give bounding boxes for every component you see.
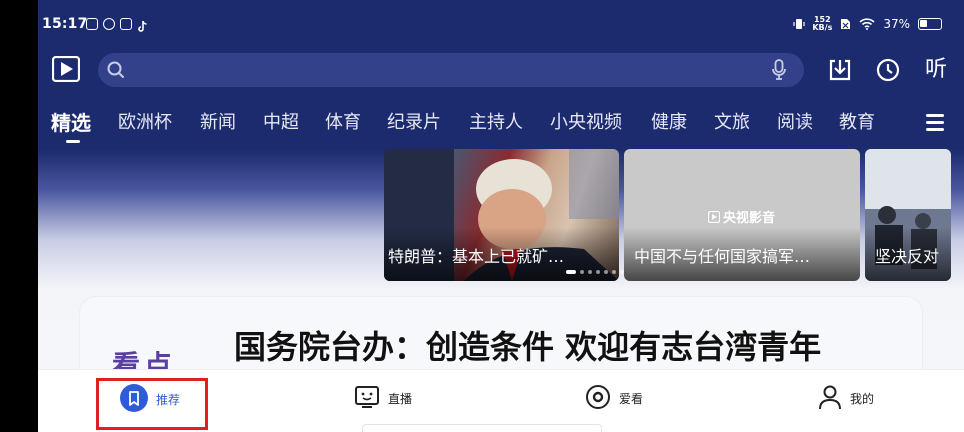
status-bar: 15:17 152 KB/s 37% [38,0,964,48]
target-icon [585,384,611,413]
menu-icon[interactable] [926,114,946,132]
card-caption: 中国不与任何国家搞军… [634,247,811,266]
notification-app-icon [120,18,132,30]
tab-item[interactable]: 教育 [839,108,875,134]
notification-app-icon [86,18,98,30]
nav-live[interactable]: 直播 [354,384,412,413]
microphone-icon[interactable] [772,59,786,85]
tab-item[interactable]: 小央视频 [550,108,622,134]
tab-item[interactable]: 体育 [325,108,361,134]
tab-item[interactable]: 纪录片 [387,108,441,134]
card-caption: 特朗普：基本上已就矿… [388,247,565,266]
nav-label: 爱看 [619,392,644,406]
nav-label: 我的 [850,392,875,406]
tab-item[interactable]: 欧洲杯 [118,108,172,134]
battery-percent: 37% [883,17,910,31]
top-bar: 听 [38,50,964,90]
wifi-icon [859,18,875,30]
carousel-card[interactable]: 央视影音 中国不与任何国家搞军… [624,149,860,281]
status-right: 152 KB/s 37% [793,16,942,32]
watermark-text: 央视影音 [723,211,776,226]
tab-item[interactable]: 文旅 [714,108,750,134]
battery-icon [918,18,942,30]
highlight-box [96,378,208,430]
tab-item[interactable]: 中超 [263,108,299,134]
search-bar[interactable] [98,53,804,87]
nav-profile[interactable]: 我的 [818,384,874,413]
search-input[interactable] [132,57,752,83]
tv-face-icon [354,384,380,413]
status-time: 15:17 [42,16,88,32]
panel-handle [362,424,602,432]
notification-app-icon [103,18,115,30]
clock-icon [876,58,900,82]
app-root: 15:17 152 KB/s 37% 听 精选 欧洲杯 新闻 中超 体育 纪录片… [38,0,964,432]
cctv-logo-icon[interactable] [51,55,81,83]
tiktok-icon [137,18,147,32]
bottom-nav: 推荐 直播 爱看 我的 [38,369,964,432]
cctv-watermark: 央视影音 [708,207,775,226]
category-tabs: 精选 欧洲杯 新闻 中超 体育 纪录片 主持人 小央视频 健康 文旅 阅读 教育 [38,104,964,144]
nav-watch[interactable]: 爱看 [585,384,643,413]
headline-title[interactable]: 国务院台办：创造条件 欢迎有志台湾青年 [234,322,821,368]
net-speed-unit: KB/s [812,23,833,32]
tab-item[interactable]: 精选 [51,107,91,136]
nav-label: 直播 [388,392,413,406]
download-button[interactable] [826,56,854,84]
net-speed: 152 KB/s [812,16,832,32]
tab-item[interactable]: 健康 [651,108,687,134]
carousel-dot [612,270,616,274]
person-icon [818,384,842,413]
vibrate-icon [793,18,805,30]
carousel-dot [596,270,600,274]
carousel-card[interactable]: 坚决反对 [865,149,951,281]
history-button[interactable] [874,56,902,84]
search-icon [106,60,126,84]
tab-item[interactable]: 阅读 [777,108,813,134]
download-icon [829,59,851,81]
carousel-dot [604,270,608,274]
play-logo-icon [708,210,720,223]
carousel-dot [566,270,576,274]
no-sim-icon [840,18,851,30]
carousel-card[interactable]: 特朗普：基本上已就矿… [384,149,619,281]
tab-item[interactable]: 新闻 [200,108,236,134]
listen-button[interactable]: 听 [922,56,950,84]
card-caption: 坚决反对 [875,247,940,266]
tab-item[interactable]: 主持人 [469,108,523,134]
carousel-dot [588,270,592,274]
carousel-dot [580,270,584,274]
active-tab-indicator [66,140,80,143]
notification-icons [86,18,147,32]
